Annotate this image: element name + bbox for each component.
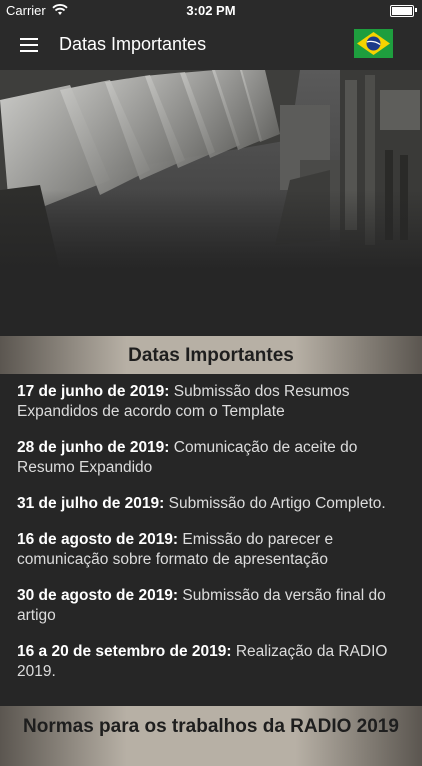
entry-date: 30 de agosto de 2019: <box>17 587 179 604</box>
list-item: 16 de agosto de 2019: Emissão do parecer… <box>17 530 409 570</box>
entry-date: 16 de agosto de 2019: <box>17 531 179 548</box>
entry-date: 16 a 20 de setembro de 2019: <box>17 643 232 660</box>
entry-date: 31 de julho de 2019: <box>17 495 165 512</box>
list-item: 31 de julho de 2019: Submissão do Artigo… <box>17 494 409 514</box>
status-time: 3:02 PM <box>186 3 236 18</box>
page-title: Datas Importantes <box>59 34 207 54</box>
battery-tip <box>415 8 417 12</box>
section-header-datas: Datas Importantes <box>0 336 422 374</box>
section-title-datas: Datas Importantes <box>128 345 294 366</box>
list-item: 30 de agosto de 2019: Submissão da versã… <box>17 586 409 626</box>
hero-fade <box>0 190 422 270</box>
status-bar: Carrier 3:02 PM <box>0 0 422 22</box>
list-item: 28 de junho de 2019: Comunicação de acei… <box>17 438 409 478</box>
section-title-normas: Normas para os trabalhos da RADIO 2019 <box>23 716 399 737</box>
dates-list: 17 de junho de 2019: Submissão dos Resum… <box>17 382 409 698</box>
entry-text: Submissão do Artigo Completo. <box>164 495 386 512</box>
brazil-flag-icon[interactable] <box>354 29 393 58</box>
list-item: 16 a 20 de setembro de 2019: Realização … <box>17 642 409 682</box>
hero-image <box>0 70 422 270</box>
battery-icon <box>390 5 414 17</box>
section-header-normas: Normas para os trabalhos da RADIO 2019 <box>0 706 422 766</box>
entry-date: 17 de junho de 2019: <box>17 383 170 400</box>
entry-date: 28 de junho de 2019: <box>17 439 170 456</box>
list-item: 17 de junho de 2019: Submissão dos Resum… <box>17 382 409 422</box>
hamburger-menu-icon[interactable] <box>20 38 38 52</box>
app-bar: Datas Importantes <box>0 22 422 70</box>
